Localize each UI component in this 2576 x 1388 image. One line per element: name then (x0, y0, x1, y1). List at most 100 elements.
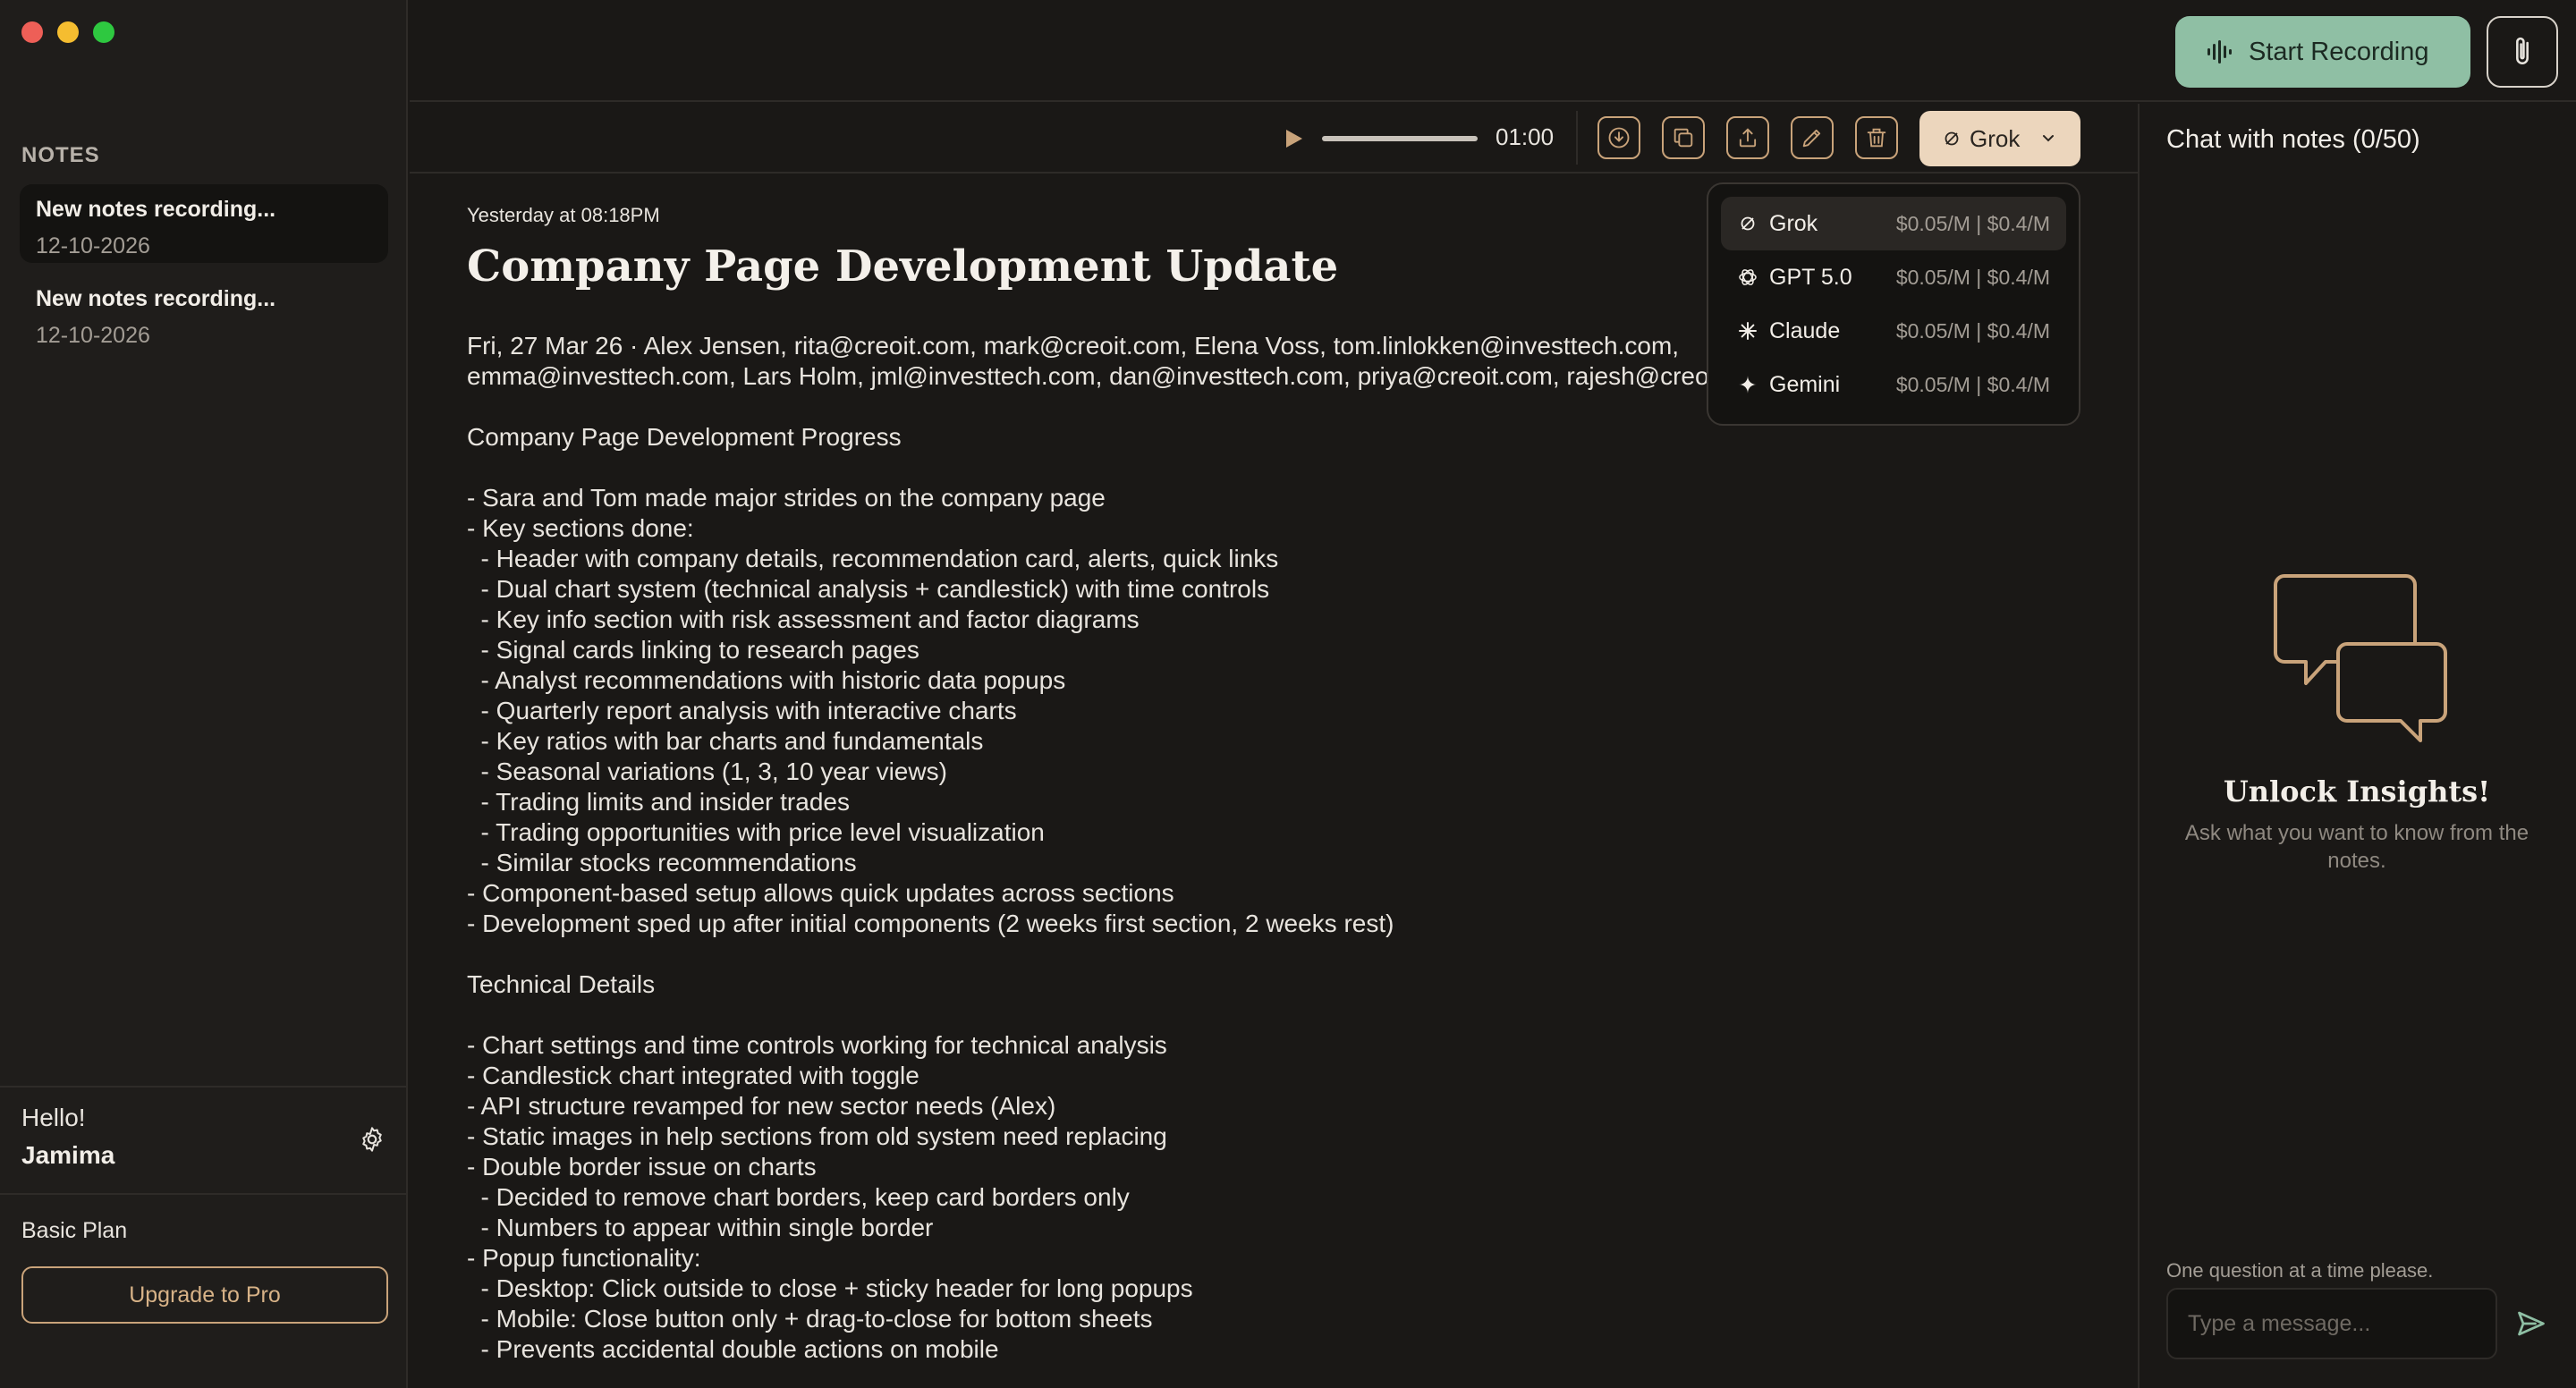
note-line: Technical Details (467, 970, 656, 998)
note-line: - Trading limits and insider trades (467, 788, 850, 816)
start-recording-button[interactable]: Start Recording (2175, 16, 2470, 88)
note-line: - Chart settings and time controls worki… (467, 1031, 1167, 1059)
model-option-price: $0.05/M | $0.4/M (1895, 318, 2050, 343)
note-header: Yesterday at 08:18PM Company Page Develo… (467, 204, 1710, 292)
gear-icon[interactable] (358, 1125, 386, 1154)
note-line: - Desktop: Click outside to close + stic… (467, 1274, 1193, 1302)
note-title: New notes recording... (36, 286, 276, 311)
note-line: - Numbers to appear within single border (467, 1214, 934, 1241)
note-line: - Candlestick chart integrated with togg… (467, 1062, 919, 1089)
model-option-gemini[interactable]: Gemini $0.05/M | $0.4/M (1721, 358, 2066, 411)
play-icon[interactable] (1284, 128, 1304, 149)
sidebar: NOTES New notes recording... 12-10-2026 … (0, 0, 408, 1388)
download-icon (1608, 127, 1630, 148)
note-line: - Seasonal variations (1, 3, 10 year vie… (467, 757, 947, 785)
note-line: - Development sped up after initial comp… (467, 910, 1394, 937)
playback-progress[interactable] (1322, 136, 1478, 141)
openai-icon (1737, 267, 1758, 288)
note-line: - Key info section with risk assessment … (467, 605, 1140, 633)
note-line: - Signal cards linking to research pages (467, 636, 919, 664)
model-option-price: $0.05/M | $0.4/M (1895, 265, 2050, 289)
note-line: - Key sections done: (467, 514, 694, 542)
note-timestamp: Yesterday at 08:18PM (467, 204, 660, 226)
note-body: Company Page Development Progress - Sara … (467, 422, 1710, 1365)
notes-heading: NOTES (21, 143, 100, 167)
model-selector[interactable]: Grok (1919, 111, 2080, 166)
note-line: - Mobile: Close button only + drag-to-cl… (467, 1305, 1153, 1333)
note-date: 12-10-2026 (36, 323, 150, 348)
model-option-grok[interactable]: Grok $0.05/M | $0.4/M (1721, 197, 2066, 250)
claude-icon (1737, 320, 1758, 342)
send-icon[interactable] (2515, 1308, 2547, 1340)
model-option-name: GPT 5.0 (1769, 264, 1852, 290)
model-option-name: Grok (1769, 210, 1818, 236)
share-button[interactable] (1726, 116, 1769, 159)
toolbar-separator (1576, 111, 1578, 165)
note-title: New notes recording... (36, 197, 276, 222)
note-line: - Prevents accidental double actions on … (467, 1335, 999, 1363)
copy-button[interactable] (1662, 116, 1705, 159)
chat-title: Chat with notes (0/50) (2166, 125, 2420, 154)
model-option-claude[interactable]: Claude $0.05/M | $0.4/M (1721, 304, 2066, 358)
model-selector-label: Grok (1970, 124, 2021, 152)
model-dropdown-menu: Grok $0.05/M | $0.4/M GPT 5.0 $0.05/M | … (1707, 182, 2080, 426)
chat-hint: One question at a time please. (2166, 1259, 2434, 1282)
model-option-gpt[interactable]: GPT 5.0 $0.05/M | $0.4/M (1721, 250, 2066, 304)
start-recording-label: Start Recording (2249, 37, 2429, 66)
note-date: 12-10-2026 (36, 233, 150, 258)
greeting: Hello! (21, 1104, 86, 1131)
chevron-down-icon (2043, 135, 2054, 142)
copy-icon (1674, 128, 1693, 148)
attendees-line: Fri, 27 Mar 26 · Alex Jensen, rita@creoi… (467, 332, 1680, 360)
pencil-icon (1802, 129, 1821, 148)
playback-time: 01:00 (1496, 123, 1555, 150)
note-line: - Key ratios with bar charts and fundame… (467, 727, 984, 755)
plan-label: Basic Plan (21, 1218, 128, 1243)
download-button[interactable] (1597, 116, 1640, 159)
window-controls (21, 21, 114, 43)
gemini-icon (1737, 374, 1758, 395)
note-line: - Double border issue on charts (467, 1153, 817, 1181)
note-attendees: Fri, 27 Mar 26 · Alex Jensen, rita@creoi… (467, 331, 1710, 392)
chat-bubbles-icon (2274, 574, 2447, 742)
note-line: - Dual chart system (technical analysis … (467, 575, 1270, 603)
note-line: - Quarterly report analysis with interac… (467, 697, 1017, 724)
note-line: - Sara and Tom made major strides on the… (467, 484, 1106, 512)
note-line: - Component-based setup allows quick upd… (467, 879, 1174, 907)
note-title-heading: Company Page Development Update (467, 241, 1339, 292)
attach-button[interactable] (2487, 16, 2558, 88)
sidebar-divider (0, 1193, 408, 1195)
sidebar-divider (0, 1086, 408, 1088)
note-line: - Popup functionality: (467, 1244, 701, 1272)
note-line: Company Page Development Progress (467, 423, 902, 451)
note-line: - Static images in help sections from ol… (467, 1122, 1167, 1150)
note-list-item[interactable]: New notes recording... 12-10-2026 (20, 274, 388, 352)
paperclip-icon (2516, 37, 2529, 64)
upgrade-button[interactable]: Upgrade to Pro (21, 1266, 388, 1324)
note-line: - Analyst recommendations with historic … (467, 666, 1066, 694)
trash-icon (1867, 128, 1886, 148)
note-line: - Similar stocks recommendations (467, 849, 857, 876)
note-line: - Trading opportunities with price level… (467, 818, 1045, 846)
minimize-window-icon[interactable] (57, 21, 79, 43)
note-list-item[interactable]: New notes recording... 12-10-2026 (20, 184, 388, 263)
attendees-line: emma@investtech.com, Lars Holm, jml@inve… (467, 362, 1710, 390)
grok-icon (1737, 213, 1758, 234)
model-option-price: $0.05/M | $0.4/M (1895, 372, 2050, 396)
maximize-window-icon[interactable] (93, 21, 114, 43)
model-option-name: Claude (1769, 317, 1841, 343)
model-option-price: $0.05/M | $0.4/M (1895, 211, 2050, 235)
chat-empty-subtitle: Ask what you want to know from the notes… (2184, 821, 2529, 873)
edit-button[interactable] (1791, 116, 1834, 159)
chat-empty-title: Unlock Insights! (2223, 774, 2491, 808)
upload-icon (1739, 128, 1757, 148)
note-line: - Decided to remove chart borders, keep … (467, 1183, 1130, 1211)
note-line: - API structure revamped for new sector … (467, 1092, 1056, 1120)
delete-button[interactable] (1855, 116, 1898, 159)
chat-message-input[interactable] (2166, 1288, 2497, 1359)
close-window-icon[interactable] (21, 21, 43, 43)
model-option-name: Gemini (1769, 371, 1841, 397)
